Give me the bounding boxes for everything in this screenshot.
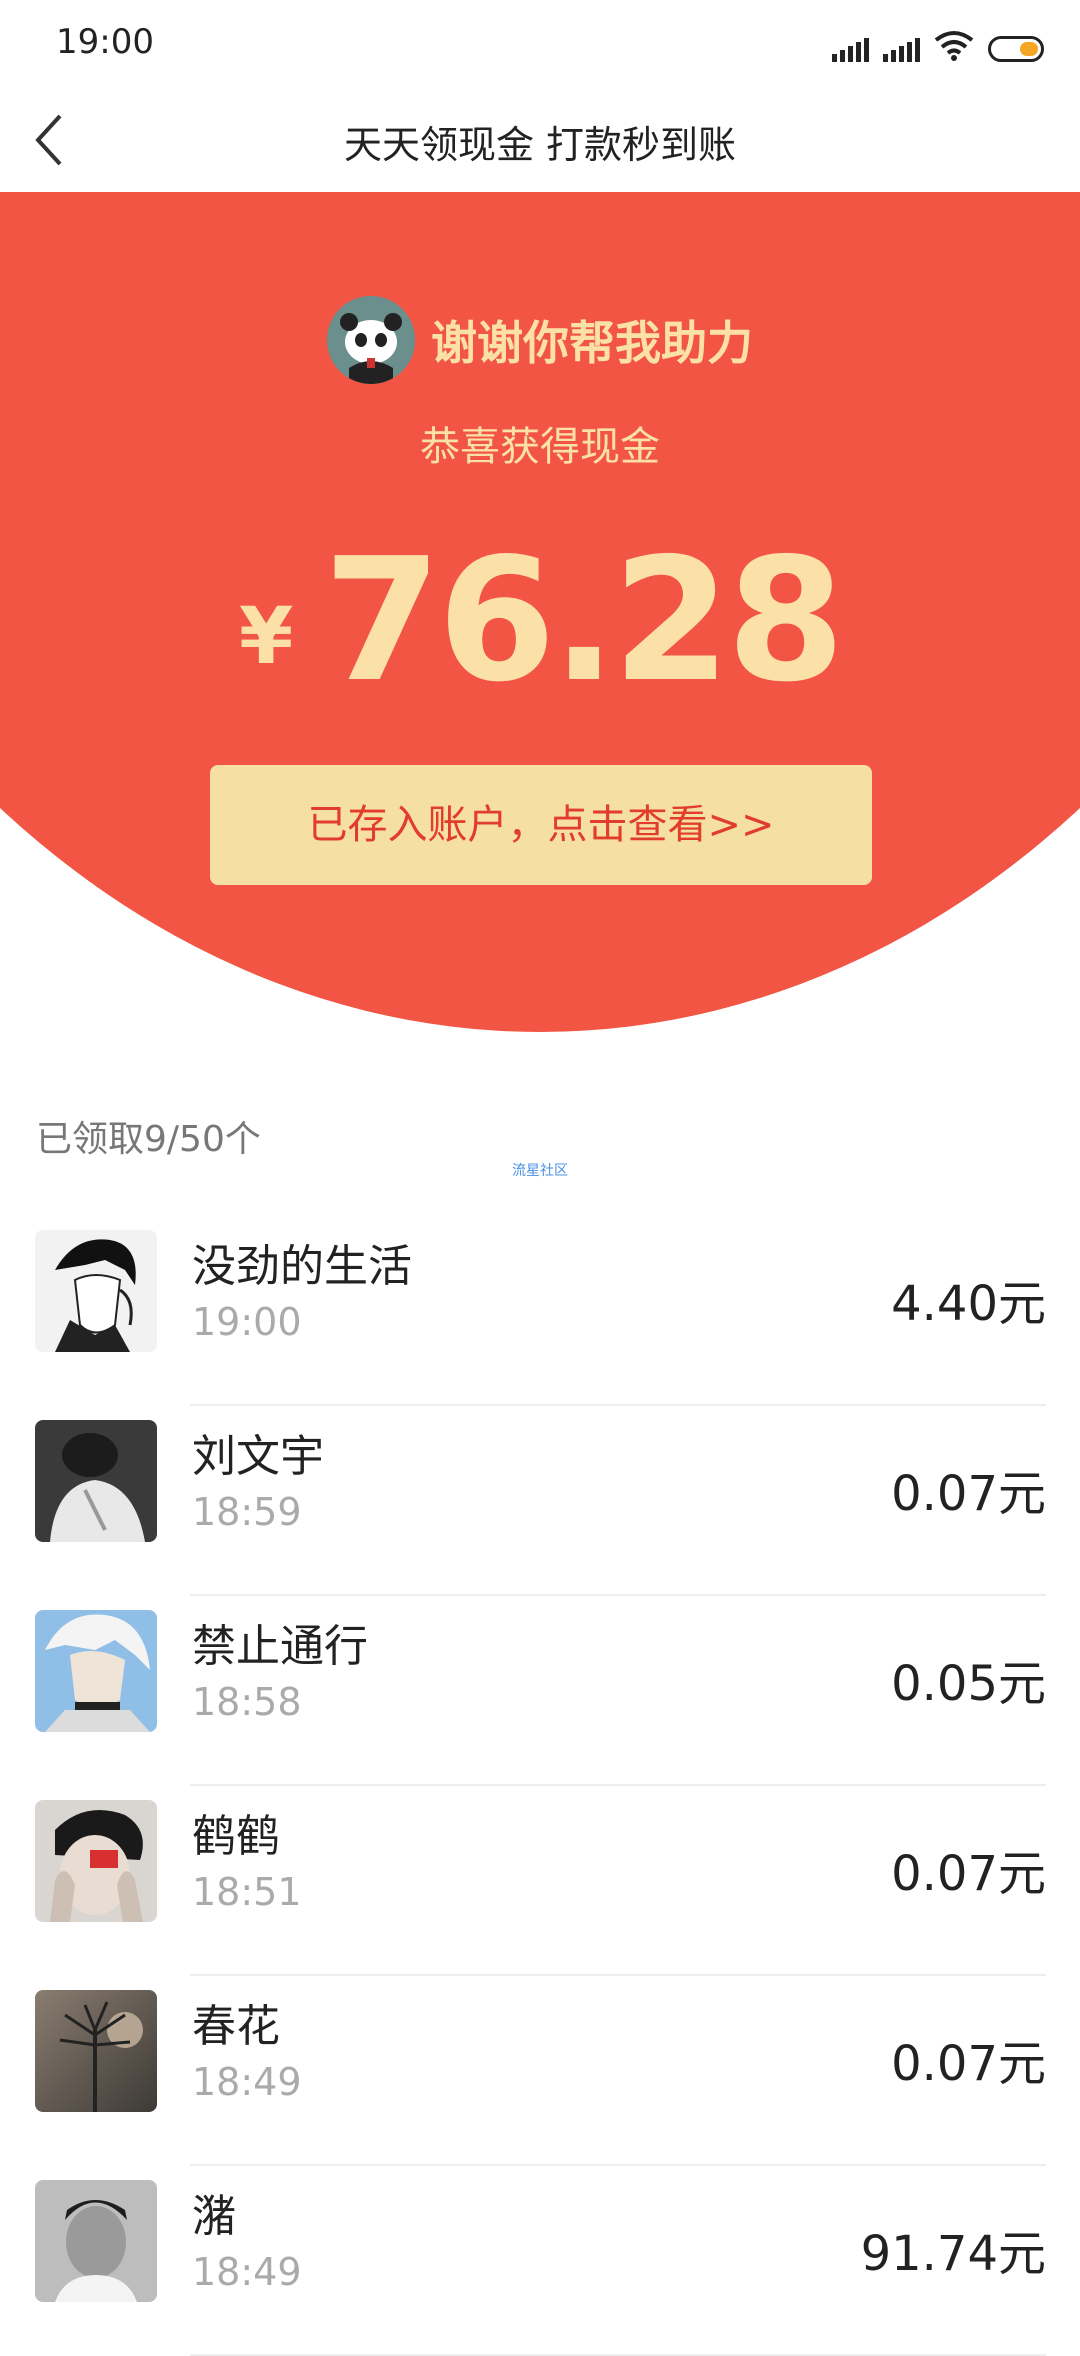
claimer-name: 春花	[192, 2001, 280, 2052]
claim-time: 18:58	[192, 1680, 302, 1724]
claim-count: 已领取9/50个	[36, 1119, 261, 1160]
congrats-text: 恭喜获得现金	[420, 424, 660, 470]
claimer-name: 没劲的生活	[192, 1241, 412, 1292]
owner-avatar	[327, 296, 415, 384]
claim-amount: 91.74元	[860, 2226, 1046, 2282]
avatar	[35, 1420, 157, 1542]
owner-info: 谢谢你帮我助力	[0, 296, 1080, 384]
red-packet-hero: 谢谢你帮我助力 恭喜获得现金 ¥76.28 已存入账户，点击查看>>	[0, 192, 1080, 1032]
amount-display: ¥76.28	[0, 522, 1080, 720]
claimer-name: 鹤鹤	[192, 1811, 280, 1862]
signal-icon	[883, 36, 920, 62]
page-title: 天天领现金 打款秒到账	[343, 123, 737, 167]
battery-icon	[988, 36, 1044, 62]
list-item[interactable]: 刘文宇 18:59 0.07元	[0, 1406, 1080, 1596]
claim-amount: 0.05元	[891, 1656, 1046, 1712]
avatar	[35, 2180, 157, 2302]
claim-list: 没劲的生活 19:00 4.40元 刘文宇 18:59 0.07元 禁止通行 1…	[0, 1216, 1080, 2356]
watermark: 流星社区	[512, 1163, 568, 1179]
list-item[interactable]: 潴 18:49 91.74元	[0, 2166, 1080, 2356]
currency-symbol: ¥	[238, 592, 294, 682]
wifi-icon	[934, 31, 974, 61]
owner-name: 谢谢你帮我助力	[431, 316, 753, 370]
avatar	[35, 1230, 157, 1352]
status-icons	[832, 26, 1044, 62]
list-item[interactable]: 鹤鹤 18:51 0.07元	[0, 1786, 1080, 1976]
claim-amount: 0.07元	[891, 1466, 1046, 1522]
panda-avatar-icon	[327, 296, 415, 384]
claimer-name: 刘文宇	[192, 1431, 324, 1482]
claim-time: 18:49	[192, 2060, 302, 2104]
avatar	[35, 1610, 157, 1732]
signal-icon	[832, 36, 869, 62]
list-item[interactable]: 禁止通行 18:58 0.05元	[0, 1596, 1080, 1786]
claim-time: 18:51	[192, 1870, 302, 1914]
amount-value: 76.28	[323, 522, 845, 720]
nav-bar: 天天领现金 打款秒到账	[0, 88, 1080, 192]
view-account-button[interactable]: 已存入账户，点击查看>>	[210, 765, 872, 885]
claim-amount: 0.07元	[891, 1846, 1046, 1902]
claimer-name: 禁止通行	[192, 1621, 368, 1672]
status-bar: 19:00	[0, 0, 1080, 88]
list-item[interactable]: 春花 18:49 0.07元	[0, 1976, 1080, 2166]
claim-amount: 4.40元	[891, 1276, 1046, 1332]
claim-amount: 0.07元	[891, 2036, 1046, 2092]
status-time: 19:00	[56, 22, 154, 62]
claim-time: 18:59	[192, 1490, 302, 1534]
claim-time: 19:00	[192, 1300, 302, 1344]
claim-time: 18:49	[192, 2250, 302, 2294]
list-item[interactable]: 没劲的生活 19:00 4.40元	[0, 1216, 1080, 1406]
avatar	[35, 1800, 157, 1922]
claimer-name: 潴	[192, 2191, 236, 2242]
avatar	[35, 1990, 157, 2112]
